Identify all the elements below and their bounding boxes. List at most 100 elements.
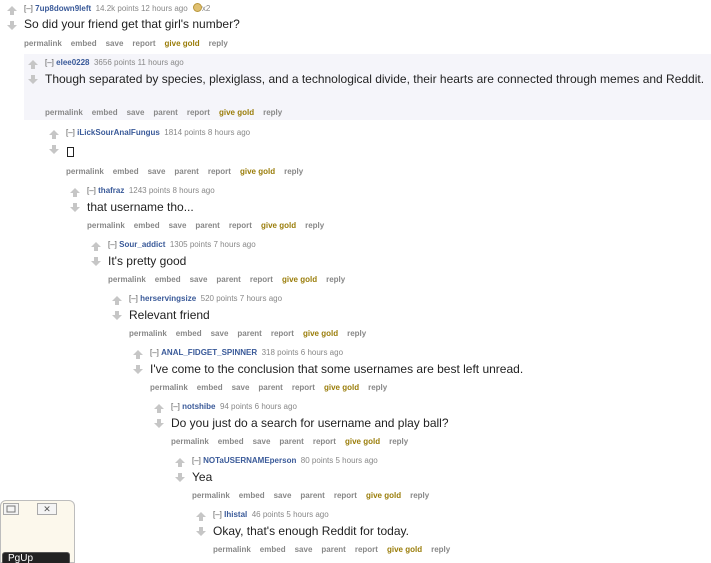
give-gold-link[interactable]: give gold	[219, 108, 254, 117]
upvote-arrow-icon[interactable]	[70, 188, 80, 197]
report-link[interactable]: report	[271, 329, 294, 338]
embed-link[interactable]: embed	[155, 275, 181, 284]
report-link[interactable]: report	[292, 383, 315, 392]
downvote-arrow-icon[interactable]	[133, 365, 143, 374]
downvote-arrow-icon[interactable]	[196, 527, 206, 536]
collapse-toggle[interactable]: [–]	[150, 348, 159, 357]
report-link[interactable]: report	[187, 108, 210, 117]
embed-link[interactable]: embed	[197, 383, 223, 392]
upvote-arrow-icon[interactable]	[175, 458, 185, 467]
reply-link[interactable]: reply	[284, 167, 303, 176]
permalink-link[interactable]: permalink	[150, 383, 188, 392]
report-link[interactable]: report	[313, 437, 336, 446]
reply-link[interactable]: reply	[431, 545, 450, 554]
save-link[interactable]: save	[295, 545, 313, 554]
pgup-key-button[interactable]: PgUp	[2, 552, 70, 563]
save-link[interactable]: save	[274, 491, 292, 500]
upvote-arrow-icon[interactable]	[49, 130, 59, 139]
permalink-link[interactable]: permalink	[45, 108, 83, 117]
downvote-arrow-icon[interactable]	[91, 257, 101, 266]
reply-link[interactable]: reply	[368, 383, 387, 392]
downvote-arrow-icon[interactable]	[154, 419, 164, 428]
collapse-toggle[interactable]: [–]	[66, 128, 75, 137]
close-icon[interactable]: ✕	[37, 503, 57, 515]
embed-link[interactable]: embed	[176, 329, 202, 338]
collapse-toggle[interactable]: [–]	[213, 510, 222, 519]
save-link[interactable]: save	[232, 383, 250, 392]
upvote-arrow-icon[interactable]	[196, 512, 206, 521]
downvote-arrow-icon[interactable]	[7, 21, 17, 30]
collapse-toggle[interactable]: [–]	[171, 402, 180, 411]
parent-link[interactable]: parent	[237, 329, 261, 338]
give-gold-link[interactable]: give gold	[261, 221, 296, 230]
embed-link[interactable]: embed	[134, 221, 160, 230]
collapse-toggle[interactable]: [–]	[45, 58, 54, 67]
downvote-arrow-icon[interactable]	[28, 75, 38, 84]
collapse-toggle[interactable]: [–]	[24, 4, 33, 13]
report-link[interactable]: report	[229, 221, 252, 230]
downvote-arrow-icon[interactable]	[49, 145, 59, 154]
downvote-arrow-icon[interactable]	[112, 311, 122, 320]
downvote-arrow-icon[interactable]	[70, 203, 80, 212]
give-gold-link[interactable]: give gold	[387, 545, 422, 554]
comment-author[interactable]: 7up8down9left	[35, 4, 91, 13]
comment-author[interactable]: thafraz	[98, 186, 124, 195]
permalink-link[interactable]: permalink	[24, 39, 62, 48]
comment-author[interactable]: NOTaUSERNAMEperson	[203, 456, 296, 465]
upvote-arrow-icon[interactable]	[28, 60, 38, 69]
embed-link[interactable]: embed	[71, 39, 97, 48]
save-link[interactable]: save	[106, 39, 124, 48]
permalink-link[interactable]: permalink	[192, 491, 230, 500]
permalink-link[interactable]: permalink	[171, 437, 209, 446]
comment-author[interactable]: elee0228	[56, 58, 89, 67]
give-gold-link[interactable]: give gold	[366, 491, 401, 500]
collapse-toggle[interactable]: [–]	[87, 186, 96, 195]
save-link[interactable]: save	[127, 108, 145, 117]
comment-author[interactable]: notshibe	[182, 402, 215, 411]
give-gold-link[interactable]: give gold	[240, 167, 275, 176]
save-link[interactable]: save	[190, 275, 208, 284]
collapse-toggle[interactable]: [–]	[108, 240, 117, 249]
give-gold-link[interactable]: give gold	[165, 39, 200, 48]
upvote-arrow-icon[interactable]	[7, 6, 17, 15]
give-gold-link[interactable]: give gold	[324, 383, 359, 392]
comment-author[interactable]: iLickSourAnalFungus	[77, 128, 160, 137]
permalink-link[interactable]: permalink	[87, 221, 125, 230]
comment-author[interactable]: ANAL_FIDGET_SPINNER	[161, 348, 257, 357]
save-link[interactable]: save	[211, 329, 229, 338]
permalink-link[interactable]: permalink	[108, 275, 146, 284]
embed-link[interactable]: embed	[113, 167, 139, 176]
parent-link[interactable]: parent	[195, 221, 219, 230]
give-gold-link[interactable]: give gold	[303, 329, 338, 338]
upvote-arrow-icon[interactable]	[91, 242, 101, 251]
give-gold-link[interactable]: give gold	[282, 275, 317, 284]
permalink-link[interactable]: permalink	[129, 329, 167, 338]
collapse-toggle[interactable]: [–]	[129, 294, 138, 303]
parent-link[interactable]: parent	[279, 437, 303, 446]
parent-link[interactable]: parent	[321, 545, 345, 554]
reply-link[interactable]: reply	[305, 221, 324, 230]
reply-link[interactable]: reply	[389, 437, 408, 446]
reply-link[interactable]: reply	[263, 108, 282, 117]
permalink-link[interactable]: permalink	[66, 167, 104, 176]
report-link[interactable]: report	[132, 39, 155, 48]
parent-link[interactable]: parent	[174, 167, 198, 176]
save-link[interactable]: save	[169, 221, 187, 230]
upvote-arrow-icon[interactable]	[112, 296, 122, 305]
restore-icon[interactable]	[3, 503, 19, 515]
collapse-toggle[interactable]: [–]	[192, 456, 201, 465]
embed-link[interactable]: embed	[218, 437, 244, 446]
embed-link[interactable]: embed	[239, 491, 265, 500]
embed-link[interactable]: embed	[92, 108, 118, 117]
upvote-arrow-icon[interactable]	[133, 350, 143, 359]
permalink-link[interactable]: permalink	[213, 545, 251, 554]
downvote-arrow-icon[interactable]	[175, 473, 185, 482]
reply-link[interactable]: reply	[410, 491, 429, 500]
report-link[interactable]: report	[355, 545, 378, 554]
comment-author[interactable]: Ihistal	[224, 510, 247, 519]
save-link[interactable]: save	[148, 167, 166, 176]
give-gold-link[interactable]: give gold	[345, 437, 380, 446]
comment-author[interactable]: herservingsize	[140, 294, 196, 303]
embed-link[interactable]: embed	[260, 545, 286, 554]
parent-link[interactable]: parent	[153, 108, 177, 117]
